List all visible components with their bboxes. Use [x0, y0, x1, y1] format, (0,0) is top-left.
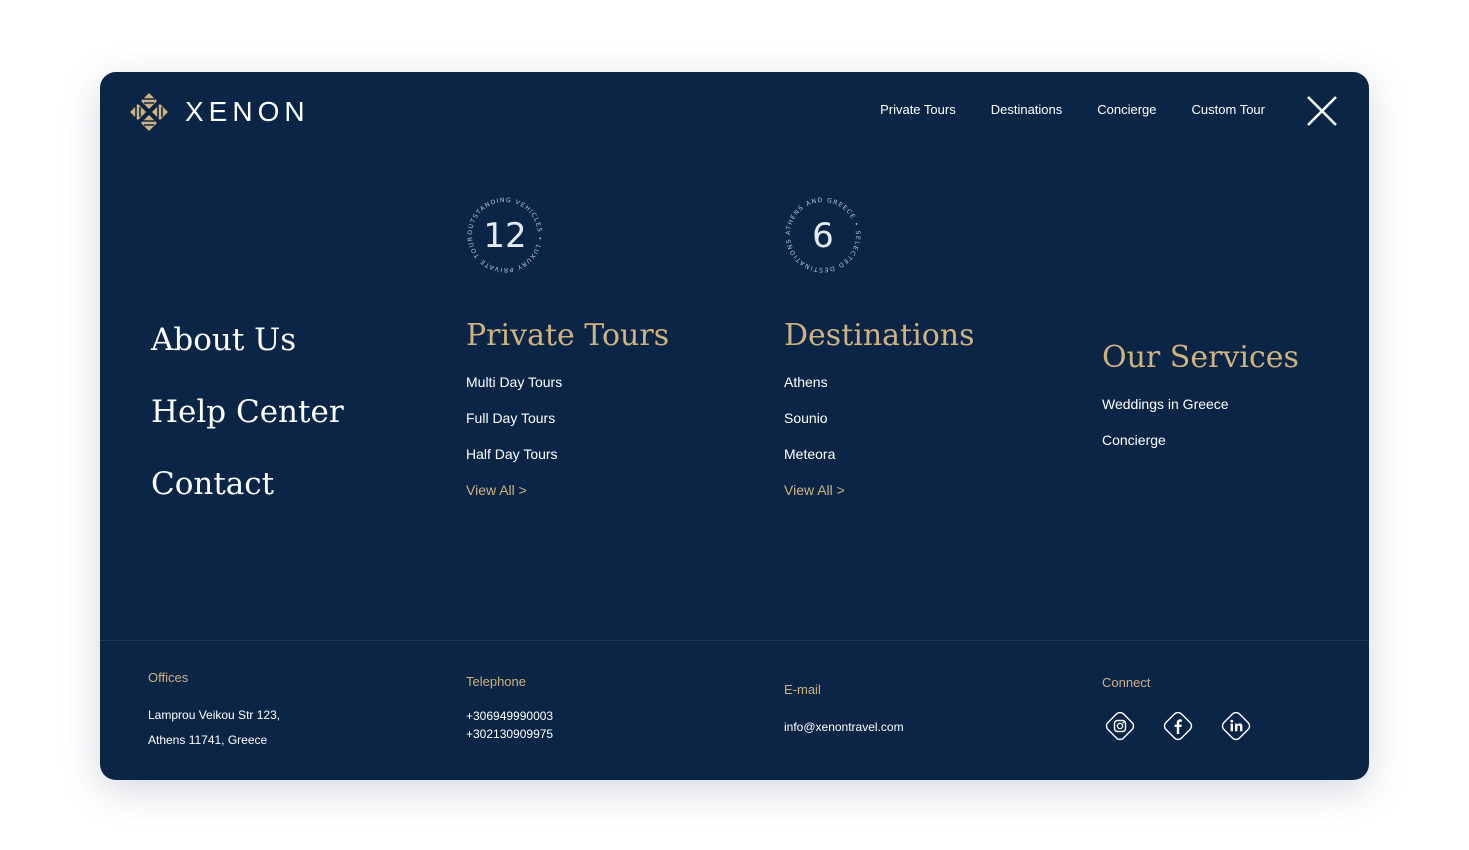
badge-number: 12: [483, 216, 527, 256]
services-heading[interactable]: Our Services: [1102, 340, 1299, 396]
nav-concierge[interactable]: Concierge: [1097, 102, 1156, 117]
athens-link[interactable]: Athens: [784, 374, 975, 410]
services-column: Our Services Weddings in Greece Concierg…: [1102, 340, 1299, 468]
weddings-link[interactable]: Weddings in Greece: [1102, 396, 1299, 432]
view-all-tours-link[interactable]: View All >: [466, 482, 669, 518]
phone-number[interactable]: +306949990003: [466, 707, 553, 725]
meteora-link[interactable]: Meteora: [784, 446, 975, 482]
about-us-link[interactable]: About Us: [151, 322, 344, 394]
offices-label: Offices: [148, 670, 189, 685]
phone-number[interactable]: +302130909975: [466, 725, 553, 743]
brand-logo[interactable]: XENON: [127, 91, 310, 133]
facebook-icon: [1163, 711, 1193, 741]
email-label: E-mail: [784, 682, 821, 697]
top-navigation: Private Tours Destinations Concierge Cus…: [880, 102, 1265, 117]
email-address[interactable]: info@xenontravel.com: [784, 715, 904, 740]
badge-number: 6: [812, 216, 834, 256]
telephone-block: Telephone +306949990003 +302130909975: [466, 674, 553, 743]
linkedin-button[interactable]: [1218, 708, 1254, 744]
vehicles-badge: OUTSTANDING VEHICLES • LUXURY PRIVATE TO…: [461, 189, 546, 276]
instagram-button[interactable]: [1102, 708, 1138, 744]
telephone-label: Telephone: [466, 674, 526, 689]
close-menu-button[interactable]: [1305, 94, 1339, 128]
connect-block: Connect: [1102, 675, 1254, 744]
destinations-badge: ATHENS AND GREECE • SELECTED DESTINATION…: [780, 189, 864, 276]
email-block: E-mail info@xenontravel.com: [784, 682, 904, 740]
destinations-heading[interactable]: Destinations: [784, 318, 975, 374]
contact-link[interactable]: Contact: [151, 466, 344, 538]
private-tours-column: Private Tours Multi Day Tours Full Day T…: [466, 318, 669, 518]
primary-links: About Us Help Center Contact: [151, 322, 344, 538]
facebook-button[interactable]: [1160, 708, 1196, 744]
close-icon: [1307, 96, 1337, 126]
half-day-tours-link[interactable]: Half Day Tours: [466, 446, 669, 482]
connect-label: Connect: [1102, 675, 1151, 690]
menu-overlay: XENON Private Tours Destinations Concier…: [100, 72, 1369, 780]
concierge-link[interactable]: Concierge: [1102, 432, 1299, 468]
instagram-icon: [1105, 711, 1135, 741]
view-all-destinations-link[interactable]: View All >: [784, 482, 975, 518]
xenon-logo-icon: [130, 93, 168, 131]
private-tours-heading[interactable]: Private Tours: [466, 318, 669, 374]
footer-divider: [100, 640, 1369, 641]
sounio-link[interactable]: Sounio: [784, 410, 975, 446]
help-center-link[interactable]: Help Center: [151, 394, 344, 466]
nav-private-tours[interactable]: Private Tours: [880, 102, 956, 117]
linkedin-icon: [1221, 711, 1251, 741]
offices-block: Offices Lamprou Veikou Str 123, Athens 1…: [148, 670, 280, 753]
brand-name: XENON: [185, 96, 310, 127]
full-day-tours-link[interactable]: Full Day Tours: [466, 410, 669, 446]
destinations-column: Destinations Athens Sounio Meteora View …: [784, 318, 975, 518]
multi-day-tours-link[interactable]: Multi Day Tours: [466, 374, 669, 410]
nav-custom-tour[interactable]: Custom Tour: [1192, 102, 1265, 117]
address-line: Athens 11741, Greece: [148, 733, 268, 747]
social-links: [1102, 708, 1254, 744]
address-line: Lamprou Veikou Str 123,: [148, 708, 281, 722]
nav-destinations[interactable]: Destinations: [991, 102, 1063, 117]
